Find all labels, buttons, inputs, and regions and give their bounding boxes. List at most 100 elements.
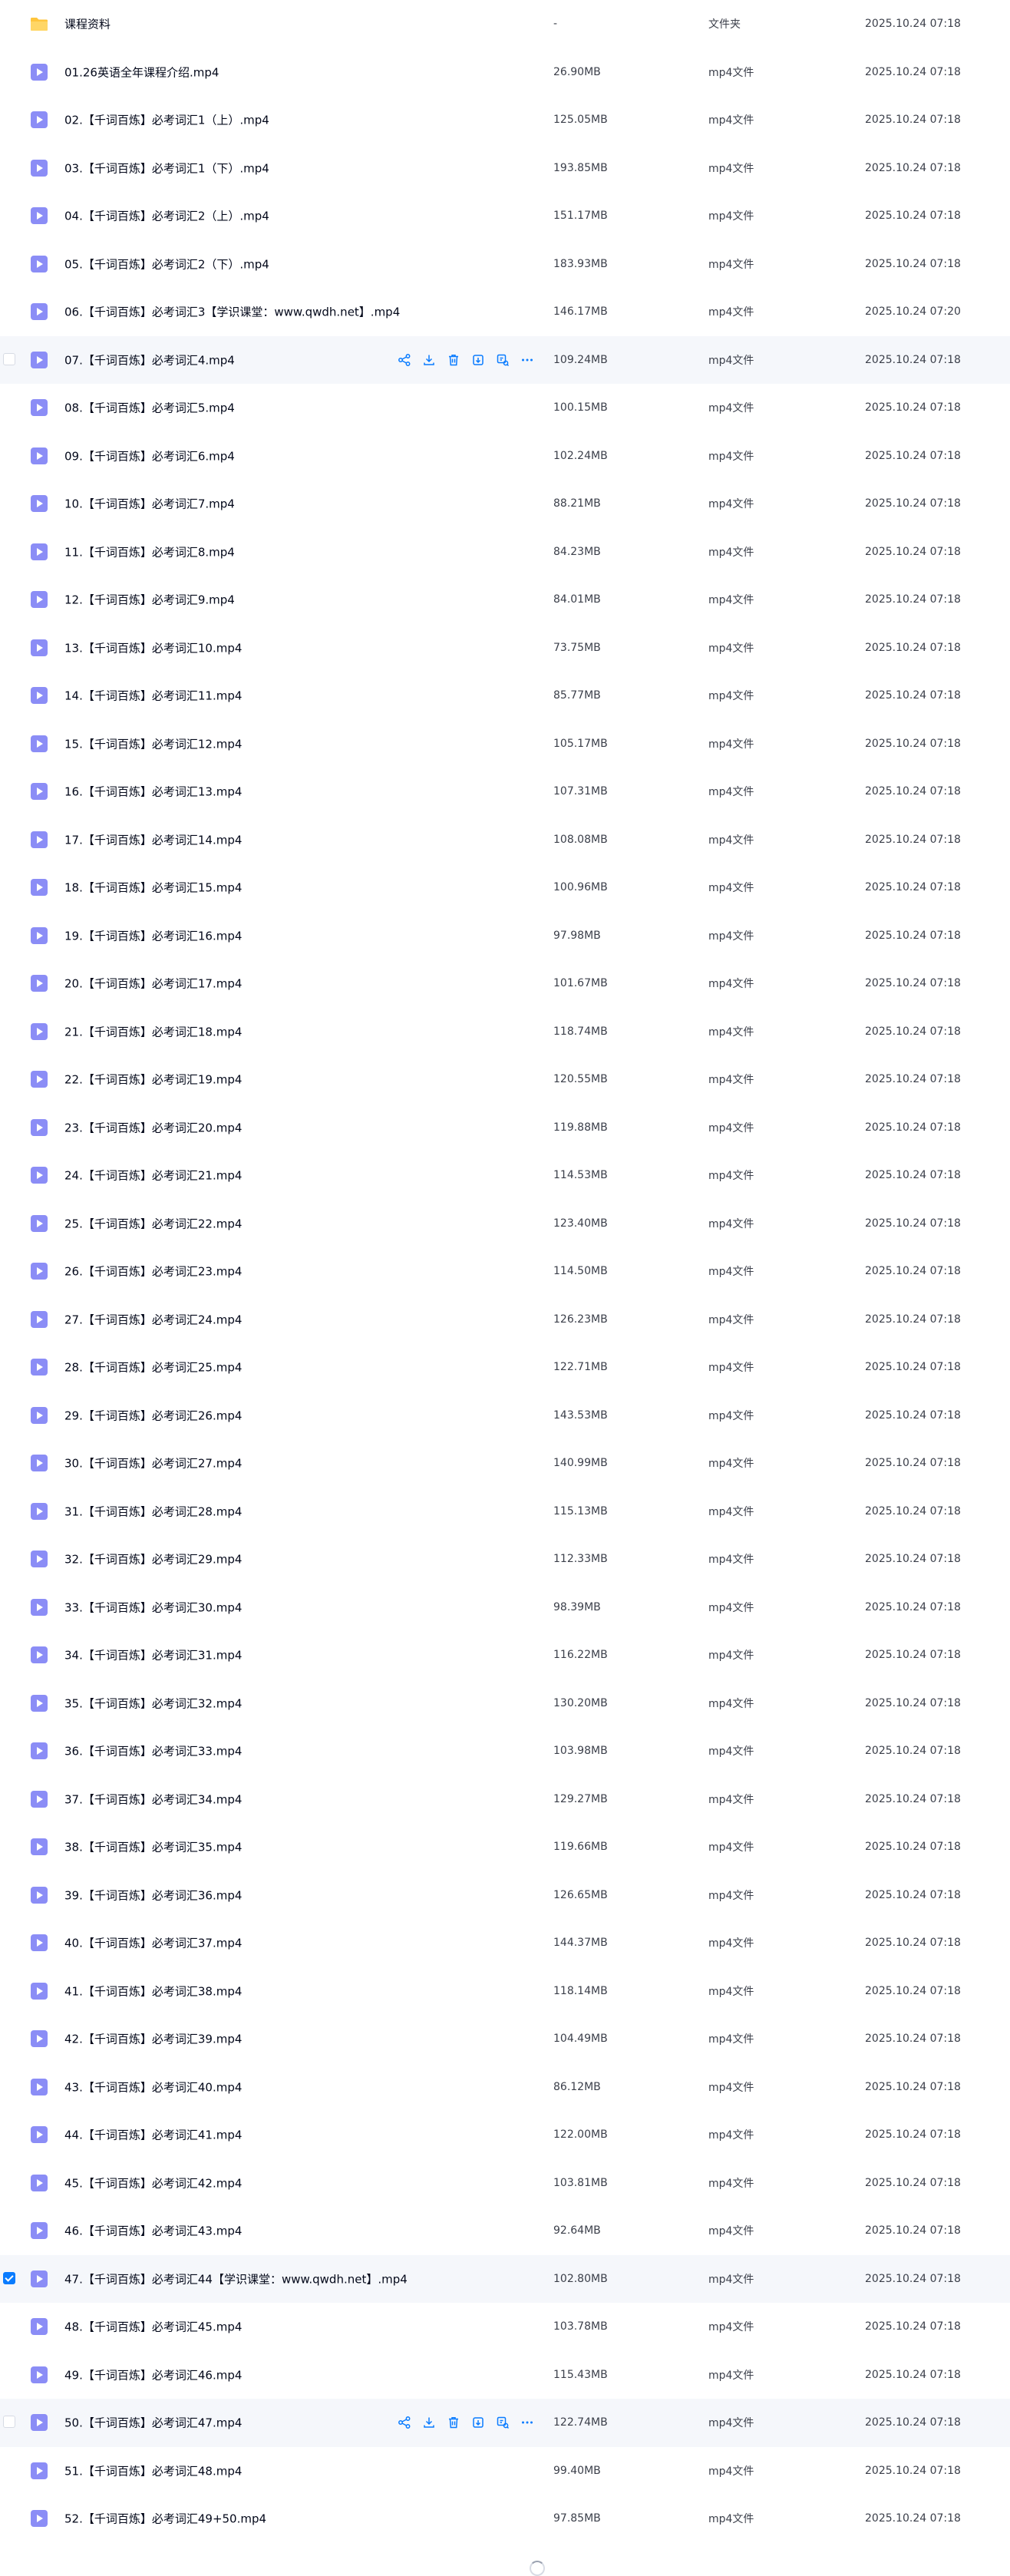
- file-name[interactable]: 23.【千词百炼】必考词汇20.mp4: [64, 1119, 242, 1135]
- file-name[interactable]: 38.【千词百炼】必考词汇35.mp4: [64, 1839, 242, 1855]
- file-name[interactable]: 08.【千词百炼】必考词汇5.mp4: [64, 400, 235, 416]
- file-row[interactable]: 05.【千词百炼】必考词汇2（下）.mp4 183.93MB mp4文件 2025.1…: [0, 240, 1010, 289]
- file-name[interactable]: 27.【千词百炼】必考词汇24.mp4: [64, 1311, 242, 1327]
- file-name[interactable]: 47.【千词百炼】必考词汇44【学识课堂：www.qwdh.net】.mp4: [64, 2271, 408, 2287]
- share-icon[interactable]: [398, 2416, 411, 2429]
- file-name[interactable]: 39.【千词百炼】必考词汇36.mp4: [64, 1887, 242, 1903]
- file-row[interactable]: 08.【千词百炼】必考词汇5.mp4 100.15MB mp4文件 2025.10.2…: [0, 384, 1010, 432]
- file-name[interactable]: 31.【千词百炼】必考词汇28.mp4: [64, 1503, 242, 1519]
- file-name[interactable]: 11.【千词百炼】必考词汇8.mp4: [64, 543, 235, 560]
- file-name[interactable]: 10.【千词百炼】必考词汇7.mp4: [64, 496, 235, 512]
- download-icon[interactable]: [422, 2416, 436, 2429]
- file-name[interactable]: 19.【千词百炼】必考词汇16.mp4: [64, 927, 242, 943]
- file-name[interactable]: 30.【千词百炼】必考词汇27.mp4: [64, 1455, 242, 1471]
- file-row[interactable]: 06.【千词百炼】必考词汇3【学识课堂：www.qwdh.net】.mp4 146…: [0, 288, 1010, 336]
- file-row[interactable]: 17.【千词百炼】必考词汇14.mp4 108.08MB mp4文件 2025.10.…: [0, 816, 1010, 864]
- row-checkbox[interactable]: [3, 2271, 15, 2284]
- file-name[interactable]: 18.【千词百炼】必考词汇15.mp4: [64, 880, 242, 896]
- file-row[interactable]: 44.【千词百炼】必考词汇41.mp4 122.00MB mp4文件 2025.10.…: [0, 2111, 1010, 2159]
- file-name[interactable]: 05.【千词百炼】必考词汇2（下）.mp4: [64, 256, 269, 272]
- file-name[interactable]: 37.【千词百炼】必考词汇34.mp4: [64, 1791, 242, 1807]
- file-row[interactable]: 51.【千词百炼】必考词汇48.mp4 99.40MB mp4文件 2025.10.2…: [0, 2447, 1010, 2495]
- file-row[interactable]: 01.26英语全年课程介绍.mp4 26.90MB mp4文件 2025.10.24 …: [0, 48, 1010, 97]
- file-name[interactable]: 29.【千词百炼】必考词汇26.mp4: [64, 1407, 242, 1423]
- file-name[interactable]: 02.【千词百炼】必考词汇1（上）.mp4: [64, 112, 269, 128]
- file-row[interactable]: 04.【千词百炼】必考词汇2（上）.mp4 151.17MB mp4文件 2025.1…: [0, 192, 1010, 240]
- file-name[interactable]: 28.【千词百炼】必考词汇25.mp4: [64, 1359, 242, 1376]
- file-name[interactable]: 35.【千词百炼】必考词汇32.mp4: [64, 1695, 242, 1711]
- file-name[interactable]: 01.26英语全年课程介绍.mp4: [64, 64, 219, 80]
- file-name[interactable]: 52.【千词百炼】必考词汇49+50.mp4: [64, 2511, 266, 2527]
- file-name[interactable]: 15.【千词百炼】必考词汇12.mp4: [64, 735, 242, 751]
- file-name[interactable]: 32.【千词百炼】必考词汇29.mp4: [64, 1551, 242, 1567]
- file-name[interactable]: 51.【千词百炼】必考词汇48.mp4: [64, 2462, 242, 2479]
- file-name[interactable]: 14.【千词百炼】必考词汇11.mp4: [64, 688, 242, 704]
- file-row[interactable]: 48.【千词百炼】必考词汇45.mp4 103.78MB mp4文件 2025.10.…: [0, 2303, 1010, 2351]
- file-row[interactable]: 32.【千词百炼】必考词汇29.mp4 112.33MB mp4文件 2025.10.…: [0, 1535, 1010, 1584]
- file-name[interactable]: 34.【千词百炼】必考词汇31.mp4: [64, 1647, 242, 1663]
- file-row[interactable]: 03.【千词百炼】必考词汇1（下）.mp4 193.85MB mp4文件 2025.1…: [0, 144, 1010, 193]
- file-name[interactable]: 17.【千词百炼】必考词汇14.mp4: [64, 831, 242, 847]
- file-name[interactable]: 21.【千词百炼】必考词汇18.mp4: [64, 1023, 242, 1039]
- file-name[interactable]: 07.【千词百炼】必考词汇4.mp4: [64, 352, 235, 368]
- file-row[interactable]: 29.【千词百炼】必考词汇26.mp4 143.53MB mp4文件 2025.10.…: [0, 1392, 1010, 1440]
- file-row[interactable]: 16.【千词百炼】必考词汇13.mp4 107.31MB mp4文件 2025.10.…: [0, 768, 1010, 816]
- file-row[interactable]: 30.【千词百炼】必考词汇27.mp4 140.99MB mp4文件 2025.10.…: [0, 1439, 1010, 1488]
- file-name[interactable]: 49.【千词百炼】必考词汇46.mp4: [64, 2366, 242, 2383]
- file-name[interactable]: 16.【千词百炼】必考词汇13.mp4: [64, 784, 242, 800]
- file-name[interactable]: 26.【千词百炼】必考词汇23.mp4: [64, 1263, 242, 1280]
- file-row[interactable]: 34.【千词百炼】必考词汇31.mp4 116.22MB mp4文件 2025.10.…: [0, 1631, 1010, 1679]
- file-name[interactable]: 46.【千词百炼】必考词汇43.mp4: [64, 2223, 242, 2239]
- file-row[interactable]: 10.【千词百炼】必考词汇7.mp4 88.21MB mp4文件 2025.10.24…: [0, 480, 1010, 528]
- file-row[interactable]: 35.【千词百炼】必考词汇32.mp4 130.20MB mp4文件 2025.10.…: [0, 1679, 1010, 1728]
- file-row[interactable]: 33.【千词百炼】必考词汇30.mp4 98.39MB mp4文件 2025.10.2…: [0, 1584, 1010, 1632]
- copy-icon[interactable]: [471, 2416, 485, 2429]
- file-row[interactable]: 49.【千词百炼】必考词汇46.mp4 115.43MB mp4文件 2025.10.…: [0, 2351, 1010, 2399]
- file-name[interactable]: 12.【千词百炼】必考词汇9.mp4: [64, 592, 235, 608]
- file-row[interactable]: 52.【千词百炼】必考词汇49+50.mp4 97.85MB mp4文件 2025.1…: [0, 2495, 1010, 2543]
- file-row[interactable]: 41.【千词百炼】必考词汇38.mp4 118.14MB mp4文件 2025.10.…: [0, 1967, 1010, 2016]
- folder-row[interactable]: 课程资料 - 文件夹 2025.10.24 07:18: [0, 0, 1010, 48]
- file-name[interactable]: 50.【千词百炼】必考词汇47.mp4: [64, 2415, 242, 2431]
- file-row[interactable]: 15.【千词百炼】必考词汇12.mp4 105.17MB mp4文件 2025.10.…: [0, 720, 1010, 768]
- file-row[interactable]: 12.【千词百炼】必考词汇9.mp4 84.01MB mp4文件 2025.10.24…: [0, 576, 1010, 624]
- file-name[interactable]: 45.【千词百炼】必考词汇42.mp4: [64, 2175, 242, 2191]
- file-row[interactable]: 09.【千词百炼】必考词汇6.mp4 102.24MB mp4文件 2025.10.2…: [0, 432, 1010, 481]
- file-name[interactable]: 03.【千词百炼】必考词汇1（下）.mp4: [64, 160, 269, 176]
- file-row[interactable]: 46.【千词百炼】必考词汇43.mp4 92.64MB mp4文件 2025.10.2…: [0, 2207, 1010, 2255]
- download-icon[interactable]: [422, 353, 436, 367]
- file-name[interactable]: 44.【千词百炼】必考词汇41.mp4: [64, 2127, 242, 2143]
- file-name[interactable]: 48.【千词百炼】必考词汇45.mp4: [64, 2319, 242, 2335]
- file-row[interactable]: 43.【千词百炼】必考词汇40.mp4 86.12MB mp4文件 2025.10.2…: [0, 2063, 1010, 2112]
- share-icon[interactable]: [398, 353, 411, 367]
- file-name[interactable]: 42.【千词百炼】必考词汇39.mp4: [64, 2031, 242, 2047]
- row-checkbox[interactable]: [3, 2416, 15, 2429]
- file-row[interactable]: 31.【千词百炼】必考词汇28.mp4 115.13MB mp4文件 2025.10.…: [0, 1488, 1010, 1536]
- file-row[interactable]: 28.【千词百炼】必考词汇25.mp4 122.71MB mp4文件 2025.10.…: [0, 1343, 1010, 1392]
- file-row[interactable]: 36.【千词百炼】必考词汇33.mp4 103.98MB mp4文件 2025.10.…: [0, 1727, 1010, 1775]
- more-icon[interactable]: [520, 353, 534, 367]
- file-row[interactable]: 18.【千词百炼】必考词汇15.mp4 100.96MB mp4文件 2025.10.…: [0, 864, 1010, 912]
- file-name[interactable]: 36.【千词百炼】必考词汇33.mp4: [64, 1743, 242, 1759]
- file-name[interactable]: 09.【千词百炼】必考词汇6.mp4: [64, 447, 235, 464]
- file-row[interactable]: 27.【千词百炼】必考词汇24.mp4 126.23MB mp4文件 2025.10.…: [0, 1296, 1010, 1344]
- file-row[interactable]: 19.【千词百炼】必考词汇16.mp4 97.98MB mp4文件 2025.10.2…: [0, 912, 1010, 960]
- file-name[interactable]: 04.【千词百炼】必考词汇2（上）.mp4: [64, 208, 269, 224]
- file-row[interactable]: 20.【千词百炼】必考词汇17.mp4 101.67MB mp4文件 2025.10.…: [0, 959, 1010, 1008]
- file-row[interactable]: 42.【千词百炼】必考词汇39.mp4 104.49MB mp4文件 2025.10.…: [0, 2015, 1010, 2063]
- file-name[interactable]: 课程资料: [64, 16, 111, 32]
- file-name[interactable]: 06.【千词百炼】必考词汇3【学识课堂：www.qwdh.net】.mp4: [64, 304, 400, 320]
- file-row[interactable]: 38.【千词百炼】必考词汇35.mp4 119.66MB mp4文件 2025.10.…: [0, 1823, 1010, 1871]
- row-checkbox[interactable]: [3, 352, 15, 365]
- file-row[interactable]: 39.【千词百炼】必考词汇36.mp4 126.65MB mp4文件 2025.10.…: [0, 1871, 1010, 1920]
- file-row[interactable]: 37.【千词百炼】必考词汇34.mp4 129.27MB mp4文件 2025.10.…: [0, 1775, 1010, 1824]
- delete-icon[interactable]: [447, 353, 460, 367]
- file-row[interactable]: 14.【千词百炼】必考词汇11.mp4 85.77MB mp4文件 2025.10.2…: [0, 672, 1010, 720]
- file-row[interactable]: 40.【千词百炼】必考词汇37.mp4 144.37MB mp4文件 2025.10.…: [0, 1919, 1010, 1967]
- file-name[interactable]: 33.【千词百炼】必考词汇30.mp4: [64, 1599, 242, 1615]
- file-row[interactable]: 13.【千词百炼】必考词汇10.mp4 73.75MB mp4文件 2025.10.2…: [0, 624, 1010, 672]
- file-row[interactable]: 45.【千词百炼】必考词汇42.mp4 103.81MB mp4文件 2025.10.…: [0, 2159, 1010, 2208]
- move-icon[interactable]: [496, 2416, 510, 2429]
- file-row[interactable]: 23.【千词百炼】必考词汇20.mp4 119.88MB mp4文件 2025.10.…: [0, 1104, 1010, 1152]
- file-name[interactable]: 13.【千词百炼】必考词汇10.mp4: [64, 639, 242, 656]
